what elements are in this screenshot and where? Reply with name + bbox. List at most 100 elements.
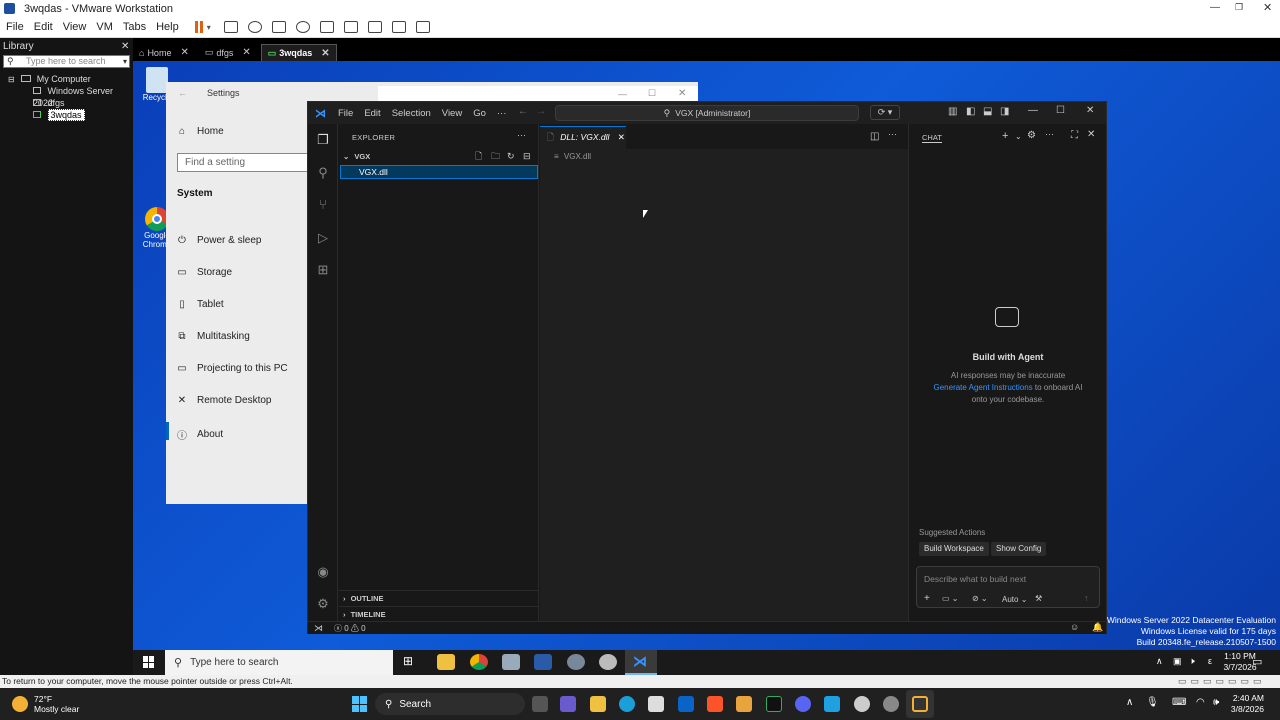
task-view-icon[interactable]: ⊞ [403, 654, 421, 670]
task-view-icon[interactable] [532, 696, 548, 712]
editor-tab-vgx-dll[interactable]: 🗋 DLL: VGX.dll ✕ [540, 126, 626, 149]
new-file-icon[interactable]: 🗋 [475, 150, 482, 163]
wifi-icon[interactable]: ◠ [1196, 697, 1205, 708]
configure-tools-icon[interactable]: ⚒ [1035, 594, 1042, 603]
keyboard-icon[interactable]: ⌨ [1172, 697, 1186, 708]
mail-icon[interactable] [678, 696, 694, 712]
windows-start-icon[interactable] [143, 656, 155, 668]
tab-home[interactable]: ⌂ Home ✕ [133, 44, 195, 61]
snapshot-icon[interactable] [247, 21, 262, 33]
nav-storage[interactable]: ▭ Storage [176, 267, 232, 278]
copilot-icon[interactable] [560, 696, 576, 712]
chevron-down-icon[interactable]: ⌄ [1015, 132, 1022, 141]
fullscreen-icon[interactable] [367, 21, 382, 33]
copilot-menu-icon[interactable]: ⟳ ▾ [870, 105, 900, 120]
layout-sidebar-icon[interactable]: ◧ [966, 106, 975, 117]
build-workspace-button[interactable]: Build Workspace [919, 542, 989, 556]
menu-file[interactable]: File [6, 21, 24, 33]
store-icon[interactable] [648, 696, 664, 712]
maximize-icon[interactable]: ☐ [648, 88, 656, 99]
volume-icon[interactable]: 🕪 [1213, 697, 1219, 708]
tree-item-3wqdas[interactable]: 3wqdas [0, 109, 133, 121]
menu-edit[interactable]: Edit [364, 108, 380, 119]
menu-vm[interactable]: VM [96, 21, 113, 33]
network-icon[interactable]: ▣ [1173, 656, 1182, 667]
weather-widget[interactable]: 72°F Mostly clear [12, 694, 79, 714]
tree-item-windows-server-2022[interactable]: Windows Server 2022 [0, 85, 133, 108]
show-config-button[interactable]: Show Config [991, 542, 1047, 556]
folder-vgx[interactable]: ⌄ VGX 🗋 🗀 ↻ ⊟ [343, 150, 539, 163]
discord-icon[interactable] [795, 696, 811, 712]
menu-view[interactable]: View [442, 108, 462, 119]
layout-panel-icon[interactable]: ⬓ [983, 106, 992, 117]
terminal-icon[interactable] [766, 696, 782, 712]
menu-selection[interactable]: Selection [392, 108, 431, 119]
outline-section[interactable]: › OUTLINE [339, 590, 539, 605]
layout-sidebar-left-icon[interactable]: ▥ [948, 106, 957, 117]
timeline-section[interactable]: › TIMELINE [339, 606, 539, 621]
file-explorer-icon[interactable] [590, 696, 606, 712]
close-icon[interactable]: ✕ [1263, 1, 1272, 14]
new-folder-icon[interactable]: 🗀 [491, 150, 500, 163]
problems-status[interactable]: ⓧ 0 ⚠ 0 [334, 623, 366, 634]
minimize-icon[interactable]: — [1210, 2, 1220, 13]
thumbnail-bar-icon[interactable] [343, 21, 358, 33]
host-clock[interactable]: 2:40 AM 3/8/2026 [1224, 693, 1264, 715]
nav-power-sleep[interactable]: ⏻ Power & sleep [176, 235, 261, 246]
xampp-icon[interactable] [736, 696, 752, 712]
menu-help[interactable]: Help [156, 21, 179, 33]
minimize-icon[interactable]: — [1028, 105, 1038, 116]
photos-icon[interactable] [824, 696, 840, 712]
library-search-input[interactable]: ⚲ Type here to search ▾ [3, 55, 130, 68]
run-debug-icon[interactable]: ▷ [315, 230, 331, 246]
windows-start-icon[interactable] [352, 696, 368, 712]
source-control-icon[interactable]: ⑂ [315, 197, 331, 213]
settings-search-input[interactable]: Find a setting [177, 153, 312, 172]
close-icon[interactable]: ✕ [121, 41, 129, 52]
ime-icon[interactable]: ε [1208, 656, 1212, 666]
tab-3wqdas[interactable]: ▭ 3wqdas ✕ [260, 44, 337, 61]
snapshot-manager-icon[interactable] [295, 21, 310, 33]
more-actions-icon[interactable]: ··· [888, 129, 897, 139]
command-center-search[interactable]: ⚲ VGX [Administrator] [555, 105, 859, 121]
gear-icon[interactable]: ⚙ [1027, 130, 1036, 141]
copilot-status-icon[interactable]: ☺ [1070, 622, 1079, 632]
more-actions-icon[interactable]: ··· [1045, 129, 1054, 139]
tree-item-dfgs[interactable]: dfgs [0, 97, 133, 109]
device-status-icons[interactable]: ▭▭▭▭▭▭▭ [1178, 675, 1266, 688]
send-keys-icon[interactable] [223, 21, 238, 33]
close-icon[interactable]: ✕ [678, 88, 686, 99]
minimize-icon[interactable]: — [618, 89, 627, 99]
file-vgx-dll[interactable]: VGX.dll [340, 165, 538, 179]
forward-arrow-icon[interactable]: → [536, 106, 546, 117]
guest-search-box[interactable]: ⚲ Type here to search [165, 650, 393, 675]
nav-about[interactable]: ⓘ About [176, 427, 223, 442]
back-arrow-icon[interactable]: ← [178, 88, 187, 98]
maximize-panel-icon[interactable]: ⛶ [1071, 130, 1078, 141]
manage-gear-icon[interactable]: ⚙ [315, 596, 331, 612]
host-search-box[interactable]: ⚲ Search [375, 693, 525, 715]
chevron-down-icon[interactable]: ▾ [123, 56, 127, 67]
server-manager-icon[interactable] [502, 654, 520, 670]
menu-file[interactable]: File [338, 108, 353, 119]
microphone-icon[interactable]: 🎙 [1146, 697, 1159, 708]
account-icon[interactable]: ◉ [315, 564, 331, 580]
vscode-taskbar-button[interactable]: ⋊ [625, 650, 657, 675]
settings-home[interactable]: ⌂ Home [176, 126, 224, 137]
chevron-up-icon[interactable]: ∧ [1126, 697, 1133, 708]
brave-icon[interactable] [707, 696, 723, 712]
remote-icon[interactable]: ⋊ [314, 623, 323, 634]
settings-gear-icon[interactable] [567, 654, 585, 670]
extensions-icon[interactable]: ⊞ [315, 262, 331, 278]
generate-instructions-link[interactable]: Generate Agent Instructions [934, 383, 1033, 392]
collapse-icon[interactable]: ⊟ [8, 75, 15, 84]
close-icon[interactable]: ✕ [180, 47, 188, 58]
tree-item-my-computer[interactable]: ⊟ My Computer [0, 73, 133, 85]
openai-icon[interactable] [883, 696, 899, 712]
menu-more[interactable]: ··· [497, 108, 507, 119]
volume-muted-icon[interactable]: 🕨 [1189, 656, 1195, 667]
chat-input[interactable]: Describe what to build next [924, 574, 1026, 584]
menu-tabs[interactable]: Tabs [123, 21, 146, 33]
breadcrumb[interactable]: ≡ VGX.dll [554, 152, 591, 161]
close-icon[interactable]: ✕ [321, 48, 329, 59]
